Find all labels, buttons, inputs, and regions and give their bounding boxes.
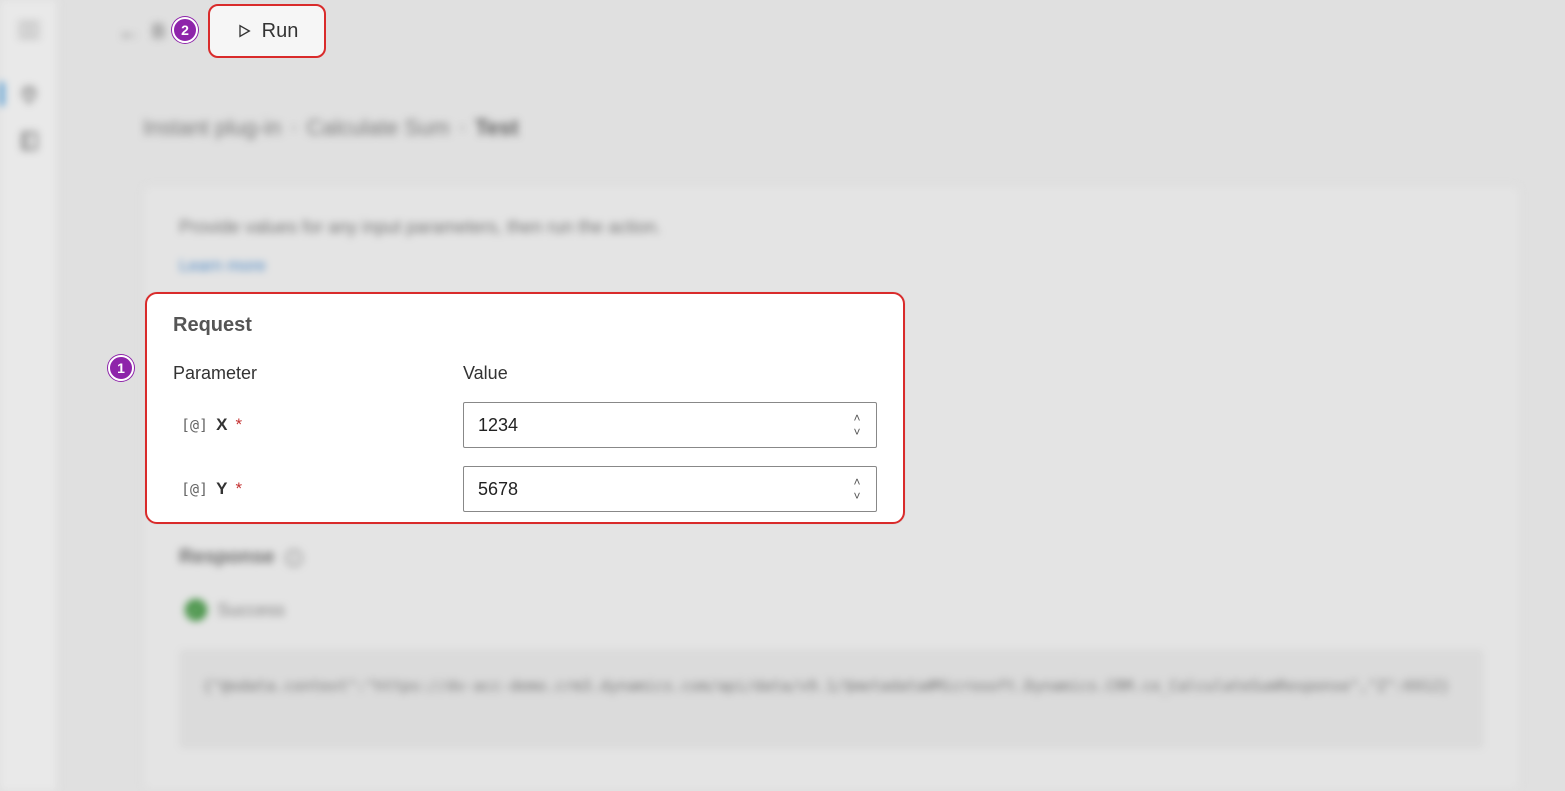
callout-badge-1: 1 [108,355,134,381]
back-label: B [152,21,165,44]
notebook-icon[interactable] [16,128,42,154]
response-status: ✓ Success [179,599,1484,621]
left-rail [0,0,58,791]
response-heading: Response i [179,546,1484,569]
run-button-label: Run [262,20,299,43]
param-value-input-y[interactable] [463,466,877,512]
instructions-text: Provide values for any input parameters,… [179,217,1484,238]
chevron-up-icon[interactable]: ˄ [843,475,871,489]
chevron-right-icon: › [460,119,465,137]
chevron-up-icon[interactable]: ˄ [843,411,871,425]
breadcrumb-item[interactable]: Calculate Sum [307,115,450,141]
plug-icon[interactable] [16,82,42,108]
number-stepper[interactable]: ˄ ˅ [843,405,871,445]
param-name: Y [216,479,227,499]
check-icon: ✓ [185,599,207,621]
param-value-input-x[interactable] [463,402,877,448]
breadcrumb-item[interactable]: Instant plug-in [143,115,281,141]
column-header-value: Value [463,363,877,384]
learn-more-link[interactable]: Learn more [179,256,266,276]
play-icon [236,23,252,39]
param-at-icon: [@] [181,416,208,434]
chevron-right-icon: › [291,119,296,137]
param-at-icon: [@] [181,480,208,498]
required-indicator: * [235,479,242,499]
chevron-down-icon[interactable]: ˅ [843,425,871,439]
column-header-parameter: Parameter [173,363,463,384]
param-label-y: [@] Y * [173,479,463,499]
back-arrow-icon[interactable]: ← [118,19,140,45]
run-button[interactable]: Run [208,4,326,58]
number-stepper[interactable]: ˄ ˅ [843,469,871,509]
param-name: X [216,415,227,435]
breadcrumb: Instant plug-in › Calculate Sum › Test [143,115,1520,141]
info-icon[interactable]: i [285,549,303,567]
callout-badge-2: 2 [172,17,198,43]
request-heading: Request [173,314,877,337]
menu-icon[interactable] [18,22,40,38]
required-indicator: * [235,415,242,435]
breadcrumb-current: Test [475,115,519,141]
request-section: Request Parameter Value [@] X * ˄ ˅ [@] … [145,292,905,524]
rail-active-indicator [0,82,4,106]
param-label-x: [@] X * [173,415,463,435]
response-body: {"@odata.context":"https://dv-acc-demo.c… [179,649,1484,749]
chevron-down-icon[interactable]: ˅ [843,489,871,503]
status-label: Success [217,600,285,621]
